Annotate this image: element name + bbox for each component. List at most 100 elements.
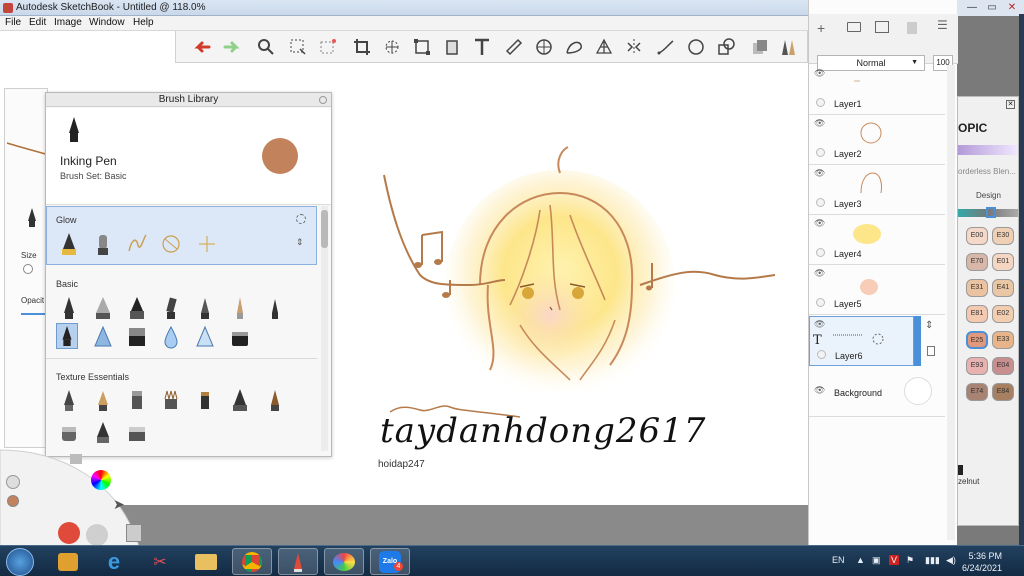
delete-layer-icon[interactable] (907, 22, 917, 34)
close-icon[interactable]: ✕ (1006, 100, 1015, 109)
minimize-button[interactable]: — (961, 0, 983, 15)
layer-visibility-dot[interactable] (816, 298, 825, 307)
color-swatch[interactable] (262, 138, 298, 174)
eye-icon[interactable]: 👁 (814, 118, 825, 129)
basic-brush-9[interactable] (126, 324, 148, 350)
redo-lagoon-icon[interactable] (86, 524, 108, 546)
lasso-select-icon[interactable] (316, 35, 340, 59)
menu-file[interactable]: File (5, 17, 21, 28)
fill-icon[interactable] (440, 35, 464, 59)
layer-row-3[interactable]: 👁 Layer3 (809, 165, 945, 215)
ellipse-guide-icon[interactable] (532, 35, 556, 59)
close-icon[interactable] (319, 96, 327, 104)
texture-brush-3[interactable] (126, 387, 148, 413)
basic-brush-7[interactable] (264, 295, 286, 321)
tray-v-icon[interactable]: V (889, 555, 900, 565)
eye-icon[interactable]: 👁 (814, 218, 825, 229)
tray-flag-icon[interactable]: ⚑ (906, 555, 914, 566)
design-tab[interactable]: Design (976, 191, 1001, 200)
layer-row-5[interactable]: 👁 Layer5 (809, 265, 945, 315)
copic-chip[interactable]: E41 (992, 279, 1014, 297)
add-layer-icon[interactable]: + (817, 20, 825, 36)
copic-chip[interactable]: E01 (992, 253, 1014, 271)
shapes-icon[interactable] (714, 35, 738, 59)
stroke-icon[interactable] (654, 35, 678, 59)
color-wheel-icon[interactable] (91, 470, 111, 490)
layer-row-1[interactable]: 👁 Layer1 (809, 65, 945, 115)
tray-expand-icon[interactable]: ▲ (856, 555, 865, 565)
size-slider[interactable] (23, 264, 33, 274)
crop-icon[interactable] (350, 35, 374, 59)
language-indicator[interactable]: EN (832, 555, 845, 565)
copic-chip[interactable]: E00 (966, 227, 988, 245)
glow-brush-5[interactable] (196, 231, 218, 257)
copic-chip[interactable]: E31 (966, 279, 988, 297)
basic-brush-3[interactable] (126, 295, 148, 321)
layers-scrollbar[interactable] (947, 65, 955, 540)
eye-icon[interactable]: 👁 (814, 385, 825, 396)
file-explorer-icon[interactable] (186, 548, 226, 575)
undo-lagoon-icon[interactable] (58, 522, 80, 544)
texture-brush-1[interactable] (58, 387, 80, 413)
glow-options-icon[interactable] (296, 214, 306, 224)
basic-brush-1[interactable] (58, 295, 80, 321)
copic-library-icon[interactable] (748, 35, 772, 59)
basic-brush-6[interactable] (229, 295, 251, 321)
eye-icon[interactable]: 👁 (814, 268, 825, 279)
symmetry-icon[interactable] (622, 35, 646, 59)
copic-chip[interactable]: E84 (992, 383, 1014, 401)
basic-brush-5[interactable] (194, 295, 216, 321)
glow-brush-3[interactable] (126, 231, 148, 257)
zoom-icon[interactable] (254, 35, 278, 59)
paint-icon[interactable] (324, 548, 364, 575)
copic-chip[interactable]: E02 (992, 305, 1014, 323)
layer-move-icon[interactable]: ⇕ (925, 320, 933, 331)
layer-row-6-selected[interactable]: 👁 T Layer6 (809, 316, 914, 366)
layer-row-background[interactable]: 👁 Background (809, 367, 945, 417)
texture-brush-4[interactable] (160, 387, 182, 413)
menu-help[interactable]: Help (133, 17, 154, 28)
network-icon[interactable]: ▮▮▮ (925, 555, 940, 566)
tray-app-icon[interactable]: ▣ (872, 555, 881, 566)
distort-icon[interactable] (410, 35, 434, 59)
brush-palette-icon[interactable] (776, 35, 800, 59)
menu-window[interactable]: Window (89, 17, 125, 28)
basic-brush-4[interactable] (160, 295, 182, 321)
layer-menu-icon[interactable]: ☰ (937, 18, 948, 32)
layer-row-4[interactable]: 👁 Layer4 (809, 215, 945, 265)
layer-visibility-dot[interactable] (816, 148, 825, 157)
start-button[interactable] (6, 548, 34, 576)
french-curve-icon[interactable] (562, 35, 586, 59)
perspective-icon[interactable] (592, 35, 616, 59)
menu-image[interactable]: Image (54, 17, 82, 28)
copic-chip[interactable]: E93 (966, 357, 988, 375)
pencil-icon[interactable] (70, 454, 82, 464)
internet-explorer-icon[interactable]: e (94, 548, 134, 575)
circle-icon[interactable] (684, 35, 708, 59)
image-icon[interactable] (875, 21, 889, 33)
color-dot-icon[interactable] (7, 495, 19, 507)
basic-brush-12[interactable] (229, 324, 251, 350)
basic-brush-11[interactable] (194, 324, 216, 350)
glow-brush-2[interactable] (92, 231, 114, 257)
basic-brush-inking-pen-selected[interactable] (56, 323, 78, 349)
copic-chip[interactable]: E33 (992, 331, 1014, 349)
snipping-tool-icon[interactable]: ✂ (140, 548, 180, 575)
eye-icon[interactable]: 👁 (814, 168, 825, 179)
ruler-icon[interactable] (502, 35, 526, 59)
texture-brush-7[interactable] (264, 387, 286, 413)
copy-icon[interactable] (126, 524, 142, 542)
layer-visibility-dot[interactable] (816, 198, 825, 207)
texture-brush-5[interactable] (194, 387, 216, 413)
close-button[interactable]: ✕ (1001, 0, 1023, 15)
copic-chip[interactable]: E30 (992, 227, 1014, 245)
undo-icon[interactable] (190, 35, 214, 59)
basic-brush-10[interactable] (160, 324, 182, 350)
copic-chip[interactable]: E81 (966, 305, 988, 323)
basic-brush-2[interactable] (92, 295, 114, 321)
glow-brush-4[interactable] (160, 231, 182, 257)
copic-chip[interactable]: E70 (966, 253, 988, 271)
copic-chip[interactable]: E74 (966, 383, 988, 401)
copic-chip[interactable]: E25 (966, 331, 988, 349)
glow-brush-1[interactable] (58, 231, 80, 257)
